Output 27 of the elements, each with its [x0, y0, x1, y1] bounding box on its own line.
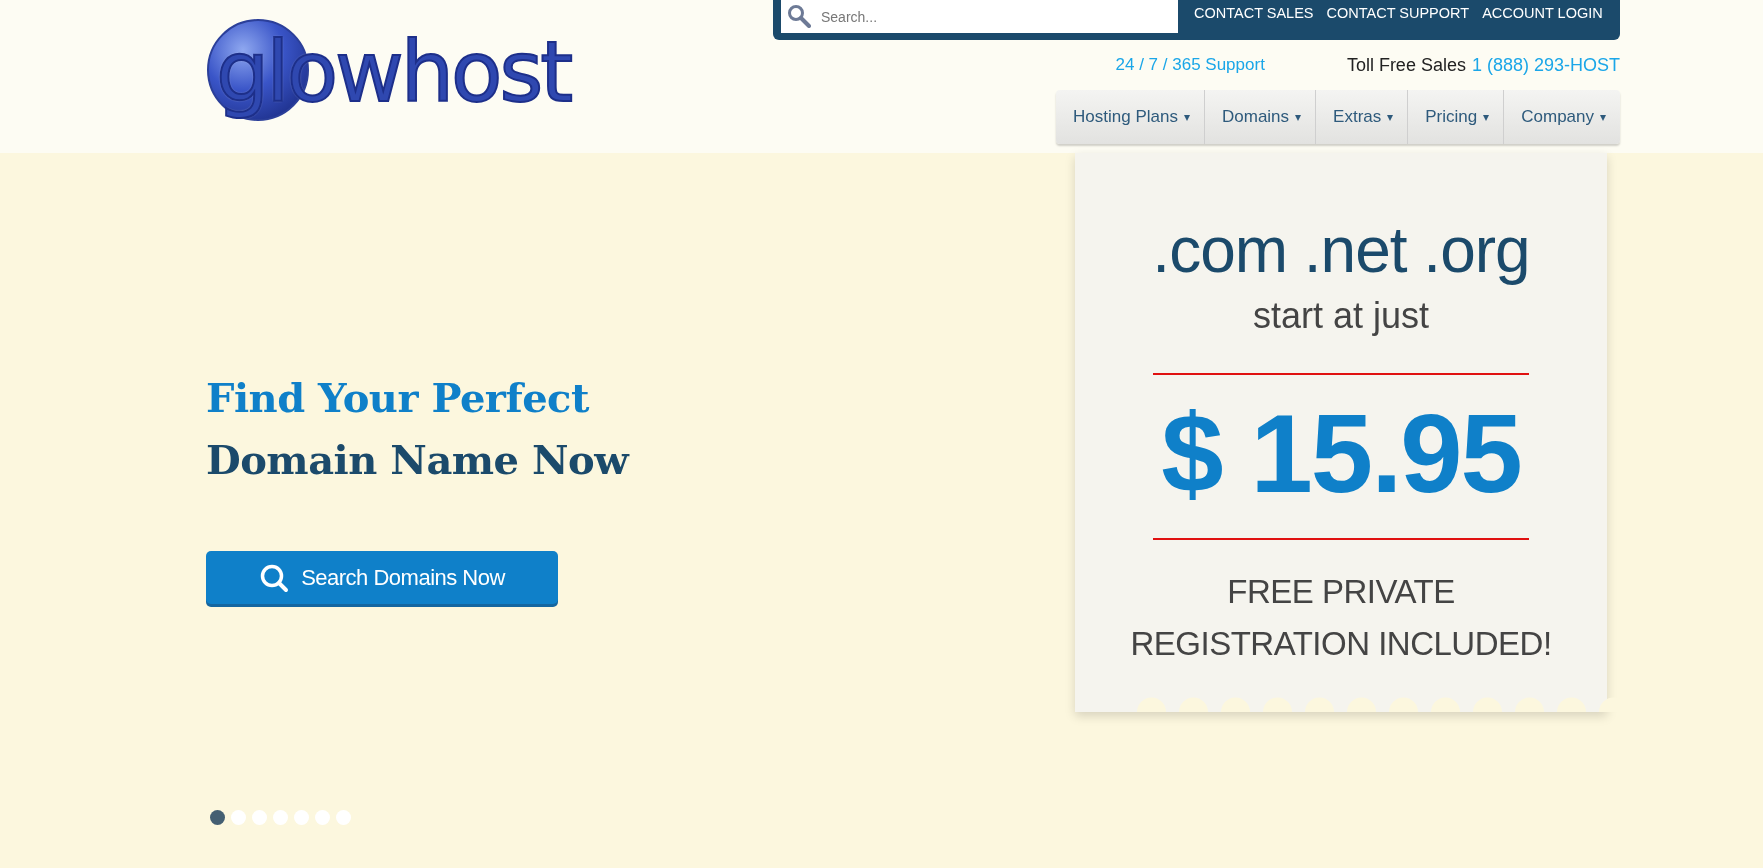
nav-item[interactable]: Domains ▾ [1204, 90, 1316, 144]
carousel-dot[interactable] [294, 810, 309, 825]
top-link[interactable]: CONTACT SALES [1194, 0, 1314, 26]
ticket-note: REGISTRATION INCLUDED! [1130, 624, 1552, 664]
search-field[interactable]: Search... [781, 0, 1178, 33]
carousel-dot[interactable] [231, 810, 246, 825]
top-link[interactable]: ACCOUNT LOGIN [1482, 0, 1603, 26]
search-icon [787, 4, 811, 28]
nav-item[interactable]: Extras ▾ [1315, 90, 1408, 144]
search-icon [259, 562, 290, 593]
carousel-dot[interactable] [210, 810, 225, 825]
carousel-dot[interactable] [273, 810, 288, 825]
nav-item[interactable]: Pricing ▾ [1407, 90, 1504, 144]
carousel-dot[interactable] [252, 810, 267, 825]
price-subtitle: start at just [1252, 295, 1430, 337]
carousel-dot[interactable] [336, 810, 351, 825]
search-domains-button[interactable]: Search Domains Now [206, 551, 558, 604]
nav-item[interactable]: Company ▾ [1503, 90, 1620, 144]
price: $ 15.95 [1161, 390, 1521, 518]
carousel-dot[interactable] [315, 810, 330, 825]
hero-heading: Domain Name Now [206, 435, 629, 485]
top-link[interactable]: CONTACT SUPPORT [1326, 0, 1470, 26]
hero-heading: Find Your Perfect [206, 373, 591, 423]
tld-list: .com .net .org [1152, 213, 1530, 287]
sales-label: Toll Free Sales [1346, 54, 1466, 76]
nav-item[interactable]: Hosting Plans ▾ [1056, 90, 1204, 144]
ticket-note: FREE PRIVATE [1227, 572, 1455, 612]
